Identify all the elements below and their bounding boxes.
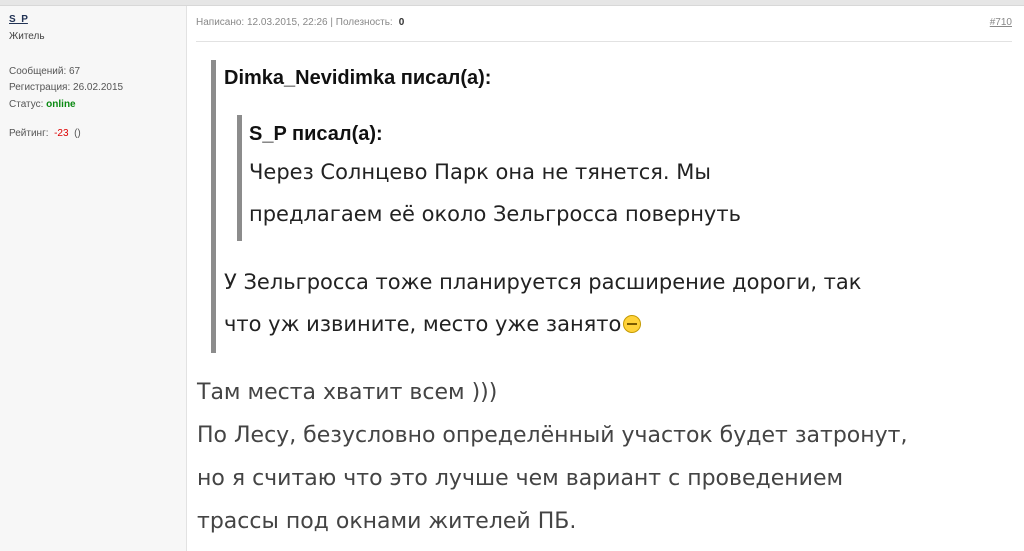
body-line-4: трассы под окнами жителей ПБ.	[197, 509, 577, 534]
rating-value: -23	[54, 128, 69, 139]
outer-quote-line-2-text: что уж извините, место уже занято	[224, 312, 622, 336]
status-value: online	[46, 99, 76, 110]
user-registration-date: Регистрация: 26.02.2015	[9, 82, 124, 93]
body-line-1: Там места хватит всем )))	[197, 380, 498, 405]
quote-author-inner: S_P писал(а):	[249, 123, 383, 145]
post-number-link[interactable]: #710	[990, 17, 1012, 28]
rating-label: Рейтинг:	[9, 128, 49, 139]
user-status: Статус: online	[9, 99, 76, 110]
outer-quote-line-1: У Зельгросса тоже планируется расширение…	[224, 270, 862, 294]
username-link[interactable]: S_P	[9, 14, 28, 25]
post-meta-text: Написано: 12.03.2015, 22:26 | Полезность…	[196, 17, 404, 28]
inner-quote-line-2: предлагаем её около Зельгросса повернуть	[249, 202, 741, 226]
smiley-icon	[623, 315, 642, 333]
user-message-count: Сообщений: 67	[9, 66, 81, 77]
outer-quote-line-2: что уж извините, место уже занято	[224, 312, 642, 336]
post-date-usefulness: Написано: 12.03.2015, 22:26 | Полезность…	[196, 17, 393, 28]
body-line-2: По Лесу, безусловно определённый участок…	[197, 423, 908, 448]
user-rating: Рейтинг: -23 ()	[9, 128, 81, 139]
usefulness-value: 0	[398, 17, 405, 28]
rating-extra[interactable]: ()	[74, 128, 81, 139]
status-label: Статус:	[9, 99, 44, 110]
quote-author-outer: Dimka_Nevidimka писал(а):	[224, 67, 492, 89]
post-meta-bar: Написано: 12.03.2015, 22:26 | Полезность…	[196, 13, 1012, 42]
user-rank: Житель	[9, 31, 45, 42]
inner-quote-line-1: Через Солнцево Парк она не тянется. Мы	[249, 160, 711, 184]
body-line-3: но я считаю что это лучше чем вариант с …	[197, 466, 844, 491]
